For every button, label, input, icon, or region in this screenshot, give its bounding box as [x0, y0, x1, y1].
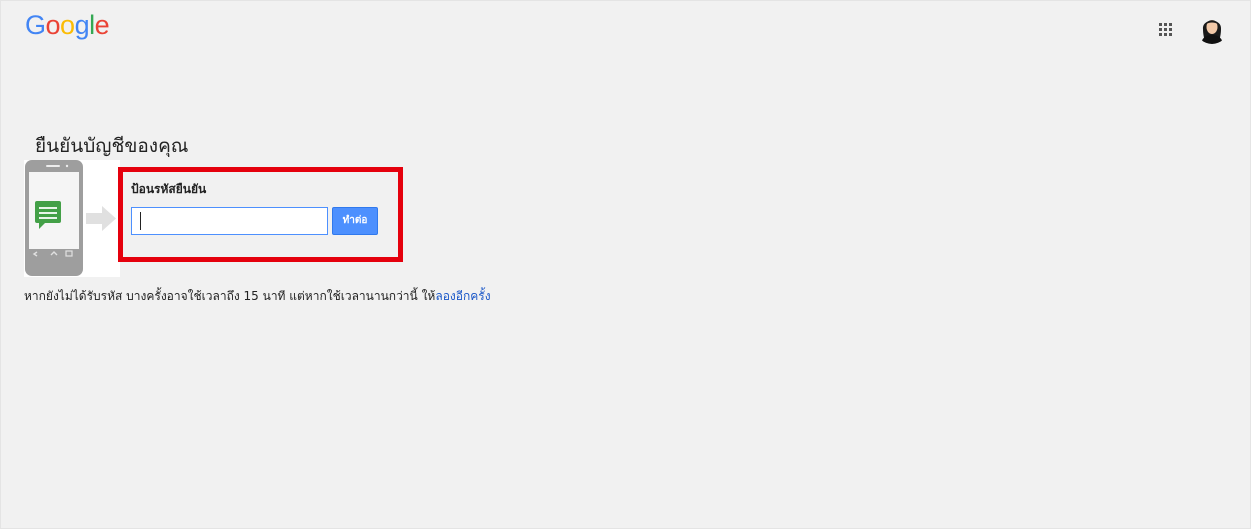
apps-grid-icon[interactable] [1159, 23, 1172, 36]
logo-letter: o [60, 10, 75, 40]
logo-letter: o [45, 10, 61, 40]
logo-letter: G [25, 10, 46, 40]
next-button[interactable]: ทำต่อ [332, 207, 378, 235]
phone-sms-arrow-icon [24, 160, 120, 277]
text-cursor [140, 212, 141, 230]
verification-code-label: ป้อนรหัสยืนยัน [131, 182, 207, 196]
logo-letter: g [74, 10, 90, 40]
verification-code-input[interactable] [131, 207, 328, 235]
retry-link[interactable]: ลองอีกครั้ง [435, 289, 490, 303]
page-title: ยืนยันบัญชีของคุณ [35, 134, 189, 157]
logo-letter: e [94, 10, 110, 40]
help-text-body: หากยังไม่ได้รับรหัส บางครั้งอาจใช้เวลาถึ… [24, 289, 436, 303]
page-frame [0, 0, 1251, 529]
account-avatar-icon[interactable] [1196, 12, 1228, 44]
help-text: หากยังไม่ได้รับรหัส บางครั้งอาจใช้เวลาถึ… [24, 287, 491, 306]
google-logo[interactable]: Google [25, 10, 110, 41]
